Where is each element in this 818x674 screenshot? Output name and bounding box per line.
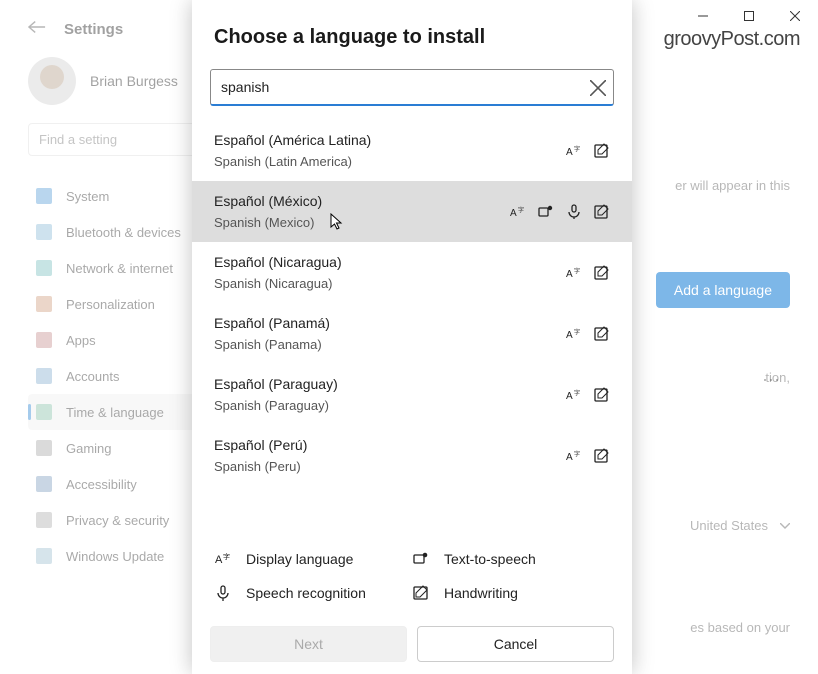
handwriting-icon [594, 387, 610, 403]
region-row[interactable]: United States [690, 518, 790, 533]
legend-display: A字Display language [214, 542, 412, 576]
clear-search-icon[interactable] [590, 80, 606, 96]
nav-time-language[interactable]: Time & language [28, 394, 218, 430]
language-native-name: Español (América Latina) [214, 132, 566, 148]
handwriting-icon [594, 204, 610, 220]
language-search-input[interactable] [210, 69, 614, 106]
tts-icon [538, 204, 554, 220]
speech-icon [214, 584, 232, 602]
handwriting-icon [594, 326, 610, 342]
display-language-icon [566, 448, 582, 464]
cancel-button[interactable]: Cancel [417, 626, 614, 662]
language-option[interactable]: Español (Perú) Spanish (Peru) [192, 425, 632, 486]
language-list[interactable]: Español (América Latina) Spanish (Latin A… [192, 120, 632, 528]
svg-text:字: 字 [223, 552, 230, 561]
nav-windows-update[interactable]: Windows Update [28, 538, 218, 574]
legend-speech: Speech recognition [214, 576, 412, 610]
user-name: Brian Burgess [90, 73, 178, 89]
svg-text:A: A [215, 554, 223, 566]
chevron-down-icon [780, 523, 790, 529]
language-english-name: Spanish (Latin America) [214, 154, 566, 169]
language-native-name: Español (México) [214, 193, 510, 209]
display-language-icon [566, 143, 582, 159]
display-language-icon [566, 326, 582, 342]
avatar[interactable] [28, 57, 76, 105]
nav-bluetooth[interactable]: Bluetooth & devices [28, 214, 218, 250]
handwriting-icon [594, 448, 610, 464]
more-button[interactable]: ⋯ [754, 362, 790, 398]
language-english-name: Spanish (Paraguay) [214, 398, 566, 413]
nav-personalization[interactable]: Personalization [28, 286, 218, 322]
language-option[interactable]: Español (Paraguay) Spanish (Paraguay) [192, 364, 632, 425]
bg-hint-1: er will appear in this [675, 178, 790, 193]
display-language-icon [566, 387, 582, 403]
nav-accounts[interactable]: Accounts [28, 358, 218, 394]
display-language-icon [566, 265, 582, 281]
language-native-name: Español (Paraguay) [214, 376, 566, 392]
language-english-name: Spanish (Panama) [214, 337, 566, 352]
language-option[interactable]: Español (Panamá) Spanish (Panama) [192, 303, 632, 364]
language-option[interactable]: Español (Nicaragua) Spanish (Nicaragua) [192, 242, 632, 303]
handwriting-icon [594, 265, 610, 281]
language-native-name: Español (Nicaragua) [214, 254, 566, 270]
nav-system[interactable]: System [28, 178, 218, 214]
language-option[interactable]: Español (América Latina) Spanish (Latin A… [192, 120, 632, 181]
language-native-name: Español (Perú) [214, 437, 566, 453]
language-native-name: Español (Panamá) [214, 315, 566, 331]
handwriting-icon [594, 143, 610, 159]
language-english-name: Spanish (Mexico) [214, 215, 510, 230]
handwriting-icon [412, 584, 430, 602]
add-language-button[interactable]: Add a language [656, 272, 790, 308]
display-language-icon: A字 [214, 550, 232, 568]
nav-accessibility[interactable]: Accessibility [28, 466, 218, 502]
language-english-name: Spanish (Nicaragua) [214, 276, 566, 291]
nav-apps[interactable]: Apps [28, 322, 218, 358]
nav-network[interactable]: Network & internet [28, 250, 218, 286]
bg-hint-3: es based on your [690, 620, 790, 635]
tts-icon [412, 550, 430, 568]
legend-tts: Text-to-speech [412, 542, 610, 576]
speech-icon [566, 204, 582, 220]
settings-nav: System Bluetooth & devices Network & int… [28, 178, 218, 574]
back-icon[interactable] [28, 20, 46, 39]
nav-gaming[interactable]: Gaming [28, 430, 218, 466]
find-setting-input[interactable] [28, 123, 200, 156]
legend-handwriting: Handwriting [412, 576, 610, 610]
next-button[interactable]: Next [210, 626, 407, 662]
language-option[interactable]: Español (México) Spanish (Mexico) [192, 181, 632, 242]
language-install-dialog: Choose a language to install Español (Am… [192, 0, 632, 674]
display-language-icon [510, 204, 526, 220]
language-english-name: Spanish (Peru) [214, 459, 566, 474]
feature-legend: A字Display language Text-to-speech Speech… [210, 528, 614, 620]
settings-title: Settings [64, 21, 123, 38]
nav-privacy[interactable]: Privacy & security [28, 502, 218, 538]
region-value: United States [690, 518, 768, 533]
dialog-title: Choose a language to install [210, 26, 614, 49]
